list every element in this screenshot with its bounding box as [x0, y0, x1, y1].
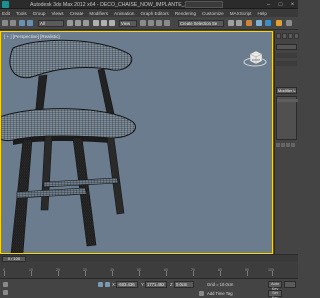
- scale-icon[interactable]: [109, 20, 115, 26]
- make-unique-icon[interactable]: [286, 143, 290, 147]
- viewcube-face-label: FRONT: [252, 59, 261, 62]
- timeline-tick-label: 90: [245, 268, 249, 272]
- lock-selection-icon[interactable]: [98, 282, 103, 287]
- timeline-tick-label: 100: [268, 268, 274, 272]
- motion-tab-icon[interactable]: [294, 33, 299, 39]
- status-bar: X: -603.436 Y: 1771.462 Z: 0.0cm Grid = …: [0, 278, 298, 298]
- remove-modifier-icon[interactable]: [291, 143, 295, 147]
- select-by-name-icon[interactable]: [75, 20, 81, 26]
- menu-animation[interactable]: Animation: [114, 11, 134, 16]
- window-title: Autodesk 3ds Max 2012 x64 - DECO_CHAISE_…: [30, 1, 208, 8]
- menu-edit[interactable]: Edit: [2, 11, 10, 16]
- timeline-tick-label: 40: [110, 268, 114, 272]
- time-tag-icon[interactable]: [199, 291, 204, 296]
- command-panel: Modifier List: [274, 31, 299, 254]
- render-setup-icon[interactable]: [256, 20, 262, 26]
- close-icon[interactable]: ×: [289, 1, 296, 8]
- timeline-tick-label: 30: [83, 268, 87, 272]
- percent-snap-icon[interactable]: [164, 20, 170, 26]
- menu-bar: Edit Tools Group Views Create Modifiers …: [0, 9, 298, 17]
- prompt-line-icon: [3, 290, 8, 295]
- menu-modifiers[interactable]: Modifiers: [89, 11, 108, 16]
- menu-group[interactable]: Group: [33, 11, 46, 16]
- menu-graph-editors[interactable]: Graph Editors: [140, 11, 168, 16]
- main-toolbar: All View Create Selection Se: [0, 17, 298, 30]
- y-coord-field[interactable]: 1771.462: [145, 281, 167, 288]
- move-icon[interactable]: [93, 20, 99, 26]
- align-icon[interactable]: [236, 20, 242, 26]
- object-color-row: [276, 53, 297, 58]
- panel-separator: [276, 61, 297, 66]
- undo-icon[interactable]: [2, 20, 8, 26]
- render-frame-icon[interactable]: [265, 20, 271, 26]
- chair-wireframe-model: [1, 39, 136, 253]
- pin-stack-icon[interactable]: [276, 143, 280, 147]
- timeline-tick-label: 10: [29, 268, 33, 272]
- modifier-stack-item[interactable]: [277, 99, 298, 102]
- absolute-mode-icon[interactable]: [105, 282, 110, 287]
- toolbar-overflow-icon[interactable]: [286, 20, 292, 26]
- viewport-label[interactable]: [ + ] [Perspective] [Realistic]: [4, 34, 60, 39]
- timeline-tick-label: 60: [164, 268, 168, 272]
- maxscript-listener-icon[interactable]: [3, 282, 8, 287]
- menu-tools[interactable]: Tools: [16, 11, 27, 16]
- z-coord-field[interactable]: 0.0cm: [174, 281, 194, 288]
- menu-rendering[interactable]: Rendering: [175, 11, 196, 16]
- help-search-input[interactable]: [185, 1, 223, 8]
- timeline-tick-label: 70: [191, 268, 195, 272]
- modifier-stack-list[interactable]: [276, 96, 298, 140]
- menu-customize[interactable]: Customize: [202, 11, 224, 16]
- reference-coord-dropdown[interactable]: View: [119, 20, 137, 27]
- add-time-tag-button[interactable]: Add Time Tag: [207, 291, 233, 296]
- track-bar[interactable]: 0 10 20 30 40 50 60 70 80 90 100: [0, 262, 298, 278]
- material-editor-icon[interactable]: [246, 20, 252, 26]
- rotate-icon[interactable]: [101, 20, 107, 26]
- object-name-field[interactable]: [276, 44, 297, 50]
- time-slider-bar[interactable]: 0 / 100: [0, 254, 298, 262]
- region-select-icon[interactable]: [83, 20, 89, 26]
- title-bar: Autodesk 3ds Max 2012 x64 - DECO_CHAISE_…: [0, 0, 298, 9]
- selection-filter-dropdown[interactable]: All: [38, 20, 64, 27]
- app-logo-icon[interactable]: [2, 1, 9, 8]
- hierarchy-tab-icon[interactable]: [288, 33, 293, 39]
- minimize-icon[interactable]: –: [265, 1, 272, 8]
- grid-size-label: Grid = 10.0cm: [207, 282, 234, 287]
- link-icon[interactable]: [19, 20, 25, 26]
- redo-icon[interactable]: [10, 20, 16, 26]
- timeline-tick-label: 50: [137, 268, 141, 272]
- play-controls-icon[interactable]: [284, 281, 296, 288]
- unlink-icon[interactable]: [27, 20, 33, 26]
- pivot-icon[interactable]: [140, 20, 146, 26]
- modifier-list-dropdown[interactable]: Modifier List: [276, 87, 297, 94]
- menu-maxscript[interactable]: MAXScript: [230, 11, 252, 16]
- render-icon[interactable]: [276, 20, 282, 26]
- snap-icon[interactable]: [148, 20, 154, 26]
- mirror-icon[interactable]: [228, 20, 234, 26]
- x-coord-field[interactable]: -603.436: [116, 281, 138, 288]
- angle-snap-icon[interactable]: [156, 20, 162, 26]
- menu-help[interactable]: Help: [257, 11, 266, 16]
- create-tab-icon[interactable]: [276, 33, 281, 39]
- timeline-tick-label: 0: [3, 268, 5, 272]
- select-object-icon[interactable]: [67, 20, 73, 26]
- timeline-tick-label: 20: [56, 268, 60, 272]
- named-selection-set-dropdown[interactable]: Create Selection Se: [178, 20, 224, 27]
- show-end-result-icon[interactable]: [281, 143, 285, 147]
- perspective-viewport[interactable]: [ + ] [Perspective] [Realistic] FRONT: [0, 31, 273, 254]
- menu-create[interactable]: Create: [70, 11, 84, 16]
- modify-tab-icon[interactable]: [282, 33, 287, 39]
- timeline-tick-label: 80: [218, 268, 222, 272]
- maximize-icon[interactable]: □: [277, 1, 284, 8]
- auto-key-button[interactable]: Auto Key: [268, 281, 282, 291]
- set-key-button[interactable]: Set Key: [268, 290, 282, 298]
- menu-views[interactable]: Views: [51, 11, 63, 16]
- viewcube-icon[interactable]: FRONT: [243, 48, 267, 70]
